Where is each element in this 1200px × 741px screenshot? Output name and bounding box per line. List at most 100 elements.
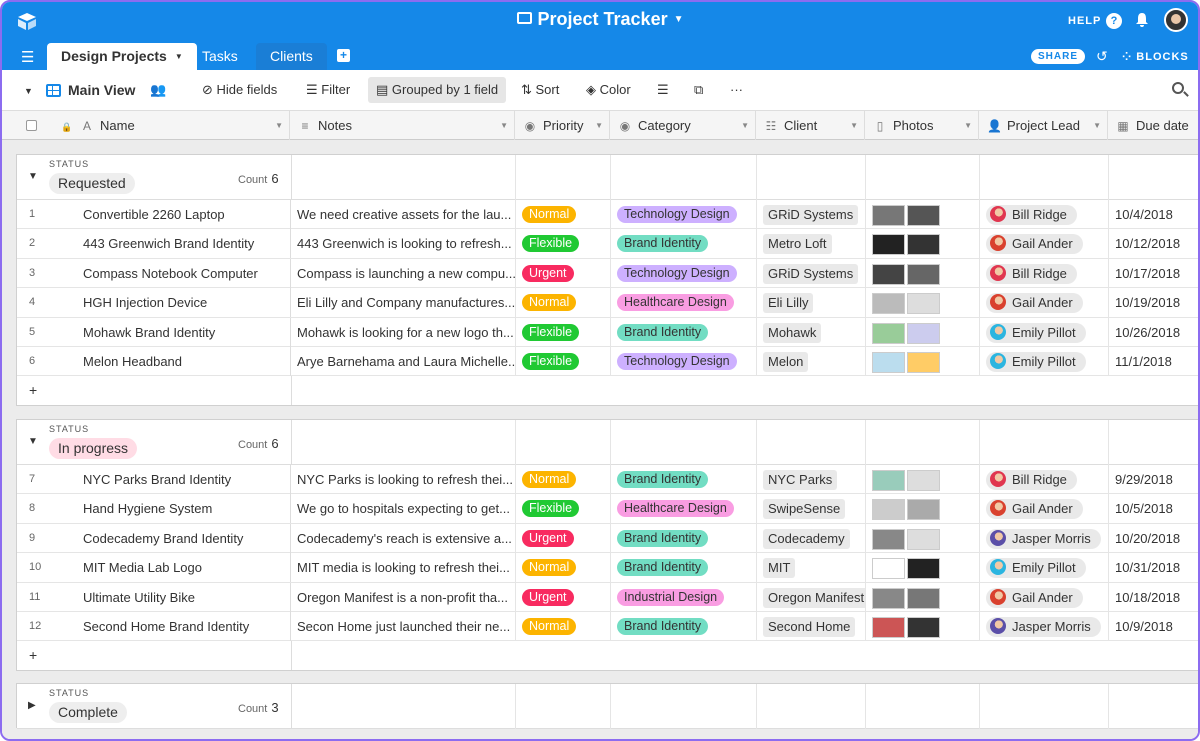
expand-group-icon[interactable]: ▶: [28, 700, 36, 711]
photo-thumbnail[interactable]: [872, 470, 905, 492]
cell-category[interactable]: Brand Identity: [611, 523, 757, 553]
color-button[interactable]: ◈ Color: [586, 82, 631, 98]
chevron-down-icon[interactable]: ▼: [275, 111, 283, 140]
cell-photos[interactable]: [866, 200, 980, 229]
cell-client[interactable]: Second Home: [757, 611, 866, 641]
cell-due[interactable]: 10/4/2018: [1109, 200, 1198, 229]
cell-lead[interactable]: Gail Ander: [980, 288, 1109, 318]
photo-thumbnail[interactable]: [872, 352, 905, 374]
help-link[interactable]: HELP: [1068, 15, 1101, 27]
add-record-row[interactable]: +: [17, 641, 1198, 671]
cell-client[interactable]: Codecademy: [757, 523, 866, 553]
table-row[interactable]: 2 443 Greenwich Brand Identity 443 Greenwi…: [17, 229, 1198, 259]
table-row[interactable]: 4 HGH Injection Device Eli Lilly and Compa…: [17, 288, 1198, 318]
cell-name[interactable]: MIT Media Lab Logo: [83, 553, 291, 583]
cell-category[interactable]: Brand Identity: [611, 611, 757, 641]
base-title[interactable]: Project Tracker ▼: [2, 9, 1198, 30]
cell-priority[interactable]: Urgent: [516, 523, 611, 553]
bell-icon[interactable]: [1135, 12, 1149, 32]
photo-thumbnail[interactable]: [907, 263, 940, 285]
cell-due[interactable]: 10/9/2018: [1109, 612, 1198, 641]
cell-due[interactable]: 10/18/2018: [1109, 583, 1198, 612]
photo-thumbnail[interactable]: [907, 470, 940, 492]
cell-notes[interactable]: We go to hospitals expecting to get...: [291, 494, 516, 524]
cell-lead[interactable]: Gail Ander: [980, 582, 1109, 612]
cell-priority[interactable]: Normal: [516, 288, 611, 318]
cell-notes[interactable]: Arye Barnehama and Laura Michelle...: [291, 346, 516, 376]
collapse-group-icon[interactable]: ▼: [28, 436, 38, 447]
photo-thumbnail[interactable]: [872, 558, 905, 580]
group-button[interactable]: ▤ Grouped by 1 field: [368, 77, 507, 103]
photo-thumbnail[interactable]: [907, 499, 940, 521]
photo-thumbnail[interactable]: [907, 528, 940, 550]
share-view-icon[interactable]: ⧉: [694, 82, 703, 98]
add-record-icon[interactable]: +: [29, 382, 37, 398]
cell-lead[interactable]: Gail Ander: [980, 494, 1109, 524]
photo-thumbnail[interactable]: [907, 234, 940, 256]
cell-client[interactable]: GRiD Systems: [757, 200, 866, 229]
cell-due[interactable]: 10/19/2018: [1109, 288, 1198, 317]
chevron-down-icon[interactable]: ▼: [1093, 111, 1101, 140]
blocks-button[interactable]: ⁘ BLOCKS: [1122, 50, 1189, 63]
cell-priority[interactable]: Flexible: [516, 494, 611, 524]
photo-thumbnail[interactable]: [907, 352, 940, 374]
cell-category[interactable]: Brand Identity: [611, 465, 757, 494]
table-row[interactable]: 12 Second Home Brand Identity Secon Home j…: [17, 611, 1198, 642]
table-row[interactable]: 11 Ultimate Utility Bike Oregon Manifest i…: [17, 582, 1198, 612]
cell-notes[interactable]: Oregon Manifest is a non-profit tha...: [291, 582, 516, 612]
chevron-down-icon[interactable]: ▼: [500, 111, 508, 140]
cell-client[interactable]: MIT: [757, 553, 866, 583]
column-header-notes[interactable]: ≡ Notes ▼: [290, 111, 515, 140]
photo-thumbnail[interactable]: [872, 587, 905, 609]
column-header-due-date[interactable]: ▦ Due date: [1108, 111, 1198, 140]
cell-due[interactable]: 9/29/2018: [1109, 465, 1198, 494]
cell-notes[interactable]: 443 Greenwich is looking to refresh...: [291, 229, 516, 259]
cell-photos[interactable]: [866, 553, 980, 583]
photo-thumbnail[interactable]: [872, 263, 905, 285]
cell-name[interactable]: Codecademy Brand Identity: [83, 523, 291, 553]
cell-photos[interactable]: [866, 582, 980, 612]
cell-lead[interactable]: Gail Ander: [980, 229, 1109, 259]
table-row[interactable]: 10 MIT Media Lab Logo MIT media is looking…: [17, 553, 1198, 583]
cell-lead[interactable]: Emily Pillot: [980, 317, 1109, 347]
photo-thumbnail[interactable]: [907, 205, 940, 227]
cell-name[interactable]: Ultimate Utility Bike: [83, 582, 291, 612]
column-header-project-lead[interactable]: 👤 Project Lead ▼: [979, 111, 1108, 140]
column-header-client[interactable]: ☷ Client ▼: [756, 111, 865, 140]
photo-thumbnail[interactable]: [872, 322, 905, 344]
cell-priority[interactable]: Normal: [516, 611, 611, 641]
cell-name[interactable]: Melon Headband: [83, 346, 291, 376]
cell-priority[interactable]: Normal: [516, 200, 611, 229]
table-row[interactable]: 5 Mohawk Brand Identity Mohawk is looking …: [17, 317, 1198, 347]
cell-due[interactable]: 11/1/2018: [1109, 347, 1198, 376]
cell-lead[interactable]: Bill Ridge: [980, 258, 1109, 288]
cell-photos[interactable]: [866, 611, 980, 641]
cell-priority[interactable]: Flexible: [516, 317, 611, 347]
view-list-toggle-icon[interactable]: ▼: [24, 86, 33, 96]
view-switcher[interactable]: Main View: [46, 82, 135, 98]
cell-priority[interactable]: Urgent: [516, 582, 611, 612]
cell-priority[interactable]: Flexible: [516, 229, 611, 259]
cell-lead[interactable]: Bill Ridge: [980, 200, 1109, 229]
cell-priority[interactable]: Flexible: [516, 346, 611, 376]
share-button[interactable]: SHARE: [1031, 49, 1086, 64]
cell-lead[interactable]: Emily Pillot: [980, 346, 1109, 376]
search-icon[interactable]: [1172, 82, 1184, 94]
cell-lead[interactable]: Jasper Morris: [980, 523, 1109, 553]
column-header-priority[interactable]: ◉ Priority ▼: [515, 111, 610, 140]
table-row[interactable]: 3 Compass Notebook Computer Compass is lau…: [17, 258, 1198, 289]
photo-thumbnail[interactable]: [872, 499, 905, 521]
cell-category[interactable]: Technology Design: [611, 346, 757, 376]
cell-name[interactable]: HGH Injection Device: [83, 288, 291, 318]
table-row[interactable]: 8 Hand Hygiene System We go to hospitals e…: [17, 494, 1198, 524]
photo-thumbnail[interactable]: [907, 558, 940, 580]
cell-lead[interactable]: Emily Pillot: [980, 553, 1109, 583]
cell-client[interactable]: Eli Lilly: [757, 288, 866, 318]
cell-name[interactable]: NYC Parks Brand Identity: [83, 465, 291, 494]
cell-name[interactable]: Second Home Brand Identity: [83, 611, 291, 641]
cell-lead[interactable]: Bill Ridge: [980, 465, 1109, 494]
cell-priority[interactable]: Normal: [516, 465, 611, 494]
cell-due[interactable]: 10/12/2018: [1109, 229, 1198, 258]
cell-client[interactable]: GRiD Systems: [757, 258, 866, 288]
cell-category[interactable]: Brand Identity: [611, 317, 757, 347]
